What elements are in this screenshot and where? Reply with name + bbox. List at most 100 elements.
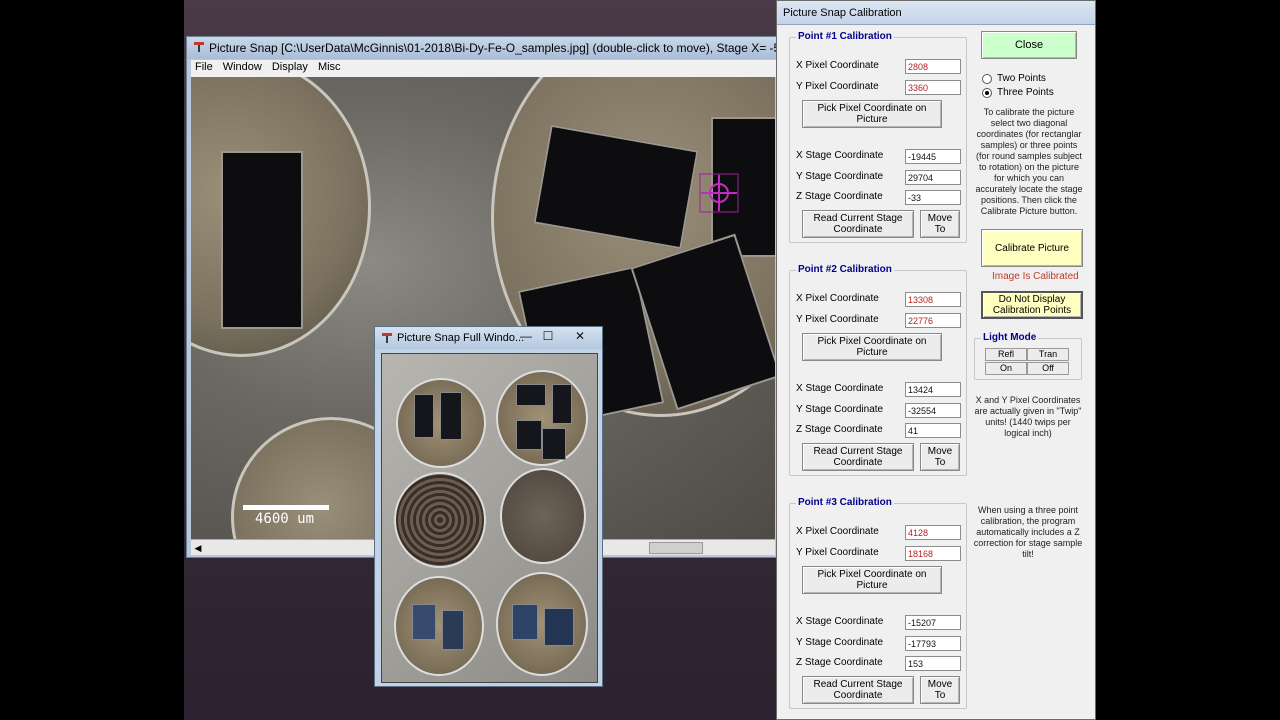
three-point-note: When using a three point calibration, th… (973, 505, 1083, 559)
point-2-z-stage-field[interactable]: 41 (905, 423, 961, 438)
scale-label: 4600 um (255, 511, 315, 527)
mini-disc (500, 468, 586, 564)
point-3-z-stage-field[interactable]: 153 (905, 656, 961, 671)
mini-sample (440, 392, 462, 440)
point-3-group: Point #3 Calibration X Pixel Coordinate … (789, 497, 967, 709)
point-3-x-pixel-field[interactable]: 4128 (905, 525, 961, 540)
mini-sample (414, 394, 434, 438)
menu-bar: File Window Display Misc (191, 60, 781, 77)
scale-bar (243, 505, 329, 510)
off-button[interactable]: Off (1027, 362, 1069, 375)
y-stage-label: Y Stage Coordinate (796, 171, 884, 182)
minimize-icon[interactable]: — (515, 329, 537, 345)
point-3-read-stage-button[interactable]: Read Current Stage Coordinate (802, 676, 914, 704)
point-2-read-stage-button[interactable]: Read Current Stage Coordinate (802, 443, 914, 471)
main-title-bar[interactable]: Picture Snap [C:\UserData\McGinnis\01-20… (187, 37, 785, 59)
calibration-title: Picture Snap Calibration (783, 7, 902, 19)
mini-disc (496, 572, 588, 676)
full-window-title: Picture Snap Full Windo... (397, 332, 525, 344)
point-2-group: Point #2 Calibration X Pixel Coordinate … (789, 264, 967, 476)
point-2-x-stage-field[interactable]: 13424 (905, 382, 961, 397)
point-2-x-pixel-field[interactable]: 13308 (905, 292, 961, 307)
point-1-x-stage-field[interactable]: -19445 (905, 149, 961, 164)
point-2-y-pixel-field[interactable]: 22776 (905, 313, 961, 328)
full-sample-image[interactable] (381, 353, 598, 683)
y-pixel-label: Y Pixel Coordinate (796, 314, 879, 325)
full-window: Picture Snap Full Windo... — ☐ ✕ (374, 326, 603, 687)
x-stage-label: X Stage Coordinate (796, 616, 884, 627)
point-1-x-pixel-field[interactable]: 2808 (905, 59, 961, 74)
maximize-icon[interactable]: ☐ (537, 329, 559, 345)
mini-sample (512, 604, 538, 640)
point-1-group: Point #1 Calibration X Pixel Coordinate … (789, 31, 967, 243)
point-1-read-stage-button[interactable]: Read Current Stage Coordinate (802, 210, 914, 238)
point-3-y-stage-field[interactable]: -17793 (905, 636, 961, 651)
three-points-radio[interactable] (982, 88, 992, 98)
full-window-title-bar[interactable]: Picture Snap Full Windo... — ☐ ✕ (375, 327, 602, 349)
x-stage-label: X Stage Coordinate (796, 383, 884, 394)
app-icon (382, 333, 392, 343)
mini-disc (394, 576, 484, 676)
main-window-title: Picture Snap [C:\UserData\McGinnis\01-20… (209, 41, 779, 55)
y-stage-label: Y Stage Coordinate (796, 404, 884, 415)
menu-window[interactable]: Window (219, 60, 268, 73)
close-button[interactable]: Close (981, 31, 1077, 59)
y-stage-label: Y Stage Coordinate (796, 637, 884, 648)
point-2-move-to-button[interactable]: Move To (920, 443, 960, 471)
mini-disc-holes (394, 472, 486, 568)
point-1-y-pixel-field[interactable]: 3360 (905, 80, 961, 95)
light-mode-group: Light Mode Refl Tran On Off (974, 332, 1082, 380)
point-2-y-stage-field[interactable]: -32554 (905, 403, 961, 418)
scroll-left-icon[interactable]: ◀ (191, 540, 205, 556)
calibration-window: Picture Snap Calibration Point #1 Calibr… (776, 0, 1096, 720)
tran-button[interactable]: Tran (1027, 348, 1069, 361)
do-not-display-calibration-button[interactable]: Do Not Display Calibration Points (981, 291, 1083, 319)
point-3-pick-pixel-button[interactable]: Pick Pixel Coordinate on Picture (802, 566, 942, 594)
point-3-x-stage-field[interactable]: -15207 (905, 615, 961, 630)
light-mode-title: Light Mode (981, 332, 1039, 343)
menu-file[interactable]: File (191, 60, 219, 73)
point-3-y-pixel-field[interactable]: 18168 (905, 546, 961, 561)
point-3-title: Point #3 Calibration (796, 497, 894, 508)
sample-chip (221, 151, 303, 329)
calibrate-picture-button[interactable]: Calibrate Picture (981, 229, 1083, 267)
mini-sample (412, 604, 436, 640)
refl-button[interactable]: Refl (985, 348, 1027, 361)
close-icon[interactable]: ✕ (569, 329, 591, 345)
y-pixel-label: Y Pixel Coordinate (796, 81, 879, 92)
x-pixel-label: X Pixel Coordinate (796, 293, 879, 304)
z-stage-label: Z Stage Coordinate (796, 657, 883, 668)
app-icon (194, 42, 204, 52)
point-1-z-stage-field[interactable]: -33 (905, 190, 961, 205)
calibration-title-bar[interactable]: Picture Snap Calibration (777, 1, 1095, 25)
y-pixel-label: Y Pixel Coordinate (796, 547, 879, 558)
two-points-label: Two Points (997, 73, 1046, 84)
menu-misc[interactable]: Misc (314, 60, 347, 73)
point-2-pick-pixel-button[interactable]: Pick Pixel Coordinate on Picture (802, 333, 942, 361)
three-points-label: Three Points (997, 87, 1054, 98)
point-1-move-to-button[interactable]: Move To (920, 210, 960, 238)
mini-sample (544, 608, 574, 646)
mini-sample (516, 420, 542, 450)
x-stage-label: X Stage Coordinate (796, 150, 884, 161)
mini-sample (552, 384, 572, 424)
calibration-crosshair-icon (699, 173, 739, 213)
mini-sample (542, 428, 566, 460)
x-pixel-label: X Pixel Coordinate (796, 60, 879, 71)
two-points-radio[interactable] (982, 74, 992, 84)
on-button[interactable]: On (985, 362, 1027, 375)
scroll-thumb[interactable] (649, 542, 703, 554)
mini-sample (516, 384, 546, 406)
x-pixel-label: X Pixel Coordinate (796, 526, 879, 537)
z-stage-label: Z Stage Coordinate (796, 191, 883, 202)
point-1-title: Point #1 Calibration (796, 31, 894, 42)
point-1-y-stage-field[interactable]: 29704 (905, 170, 961, 185)
point-1-pick-pixel-button[interactable]: Pick Pixel Coordinate on Picture (802, 100, 942, 128)
calibration-status: Image Is Calibrated (992, 271, 1079, 282)
calibration-instructions: To calibrate the picture select two diag… (975, 107, 1083, 216)
z-stage-label: Z Stage Coordinate (796, 424, 883, 435)
point-3-move-to-button[interactable]: Move To (920, 676, 960, 704)
mini-sample (442, 610, 464, 650)
menu-display[interactable]: Display (268, 60, 314, 73)
point-2-title: Point #2 Calibration (796, 264, 894, 275)
